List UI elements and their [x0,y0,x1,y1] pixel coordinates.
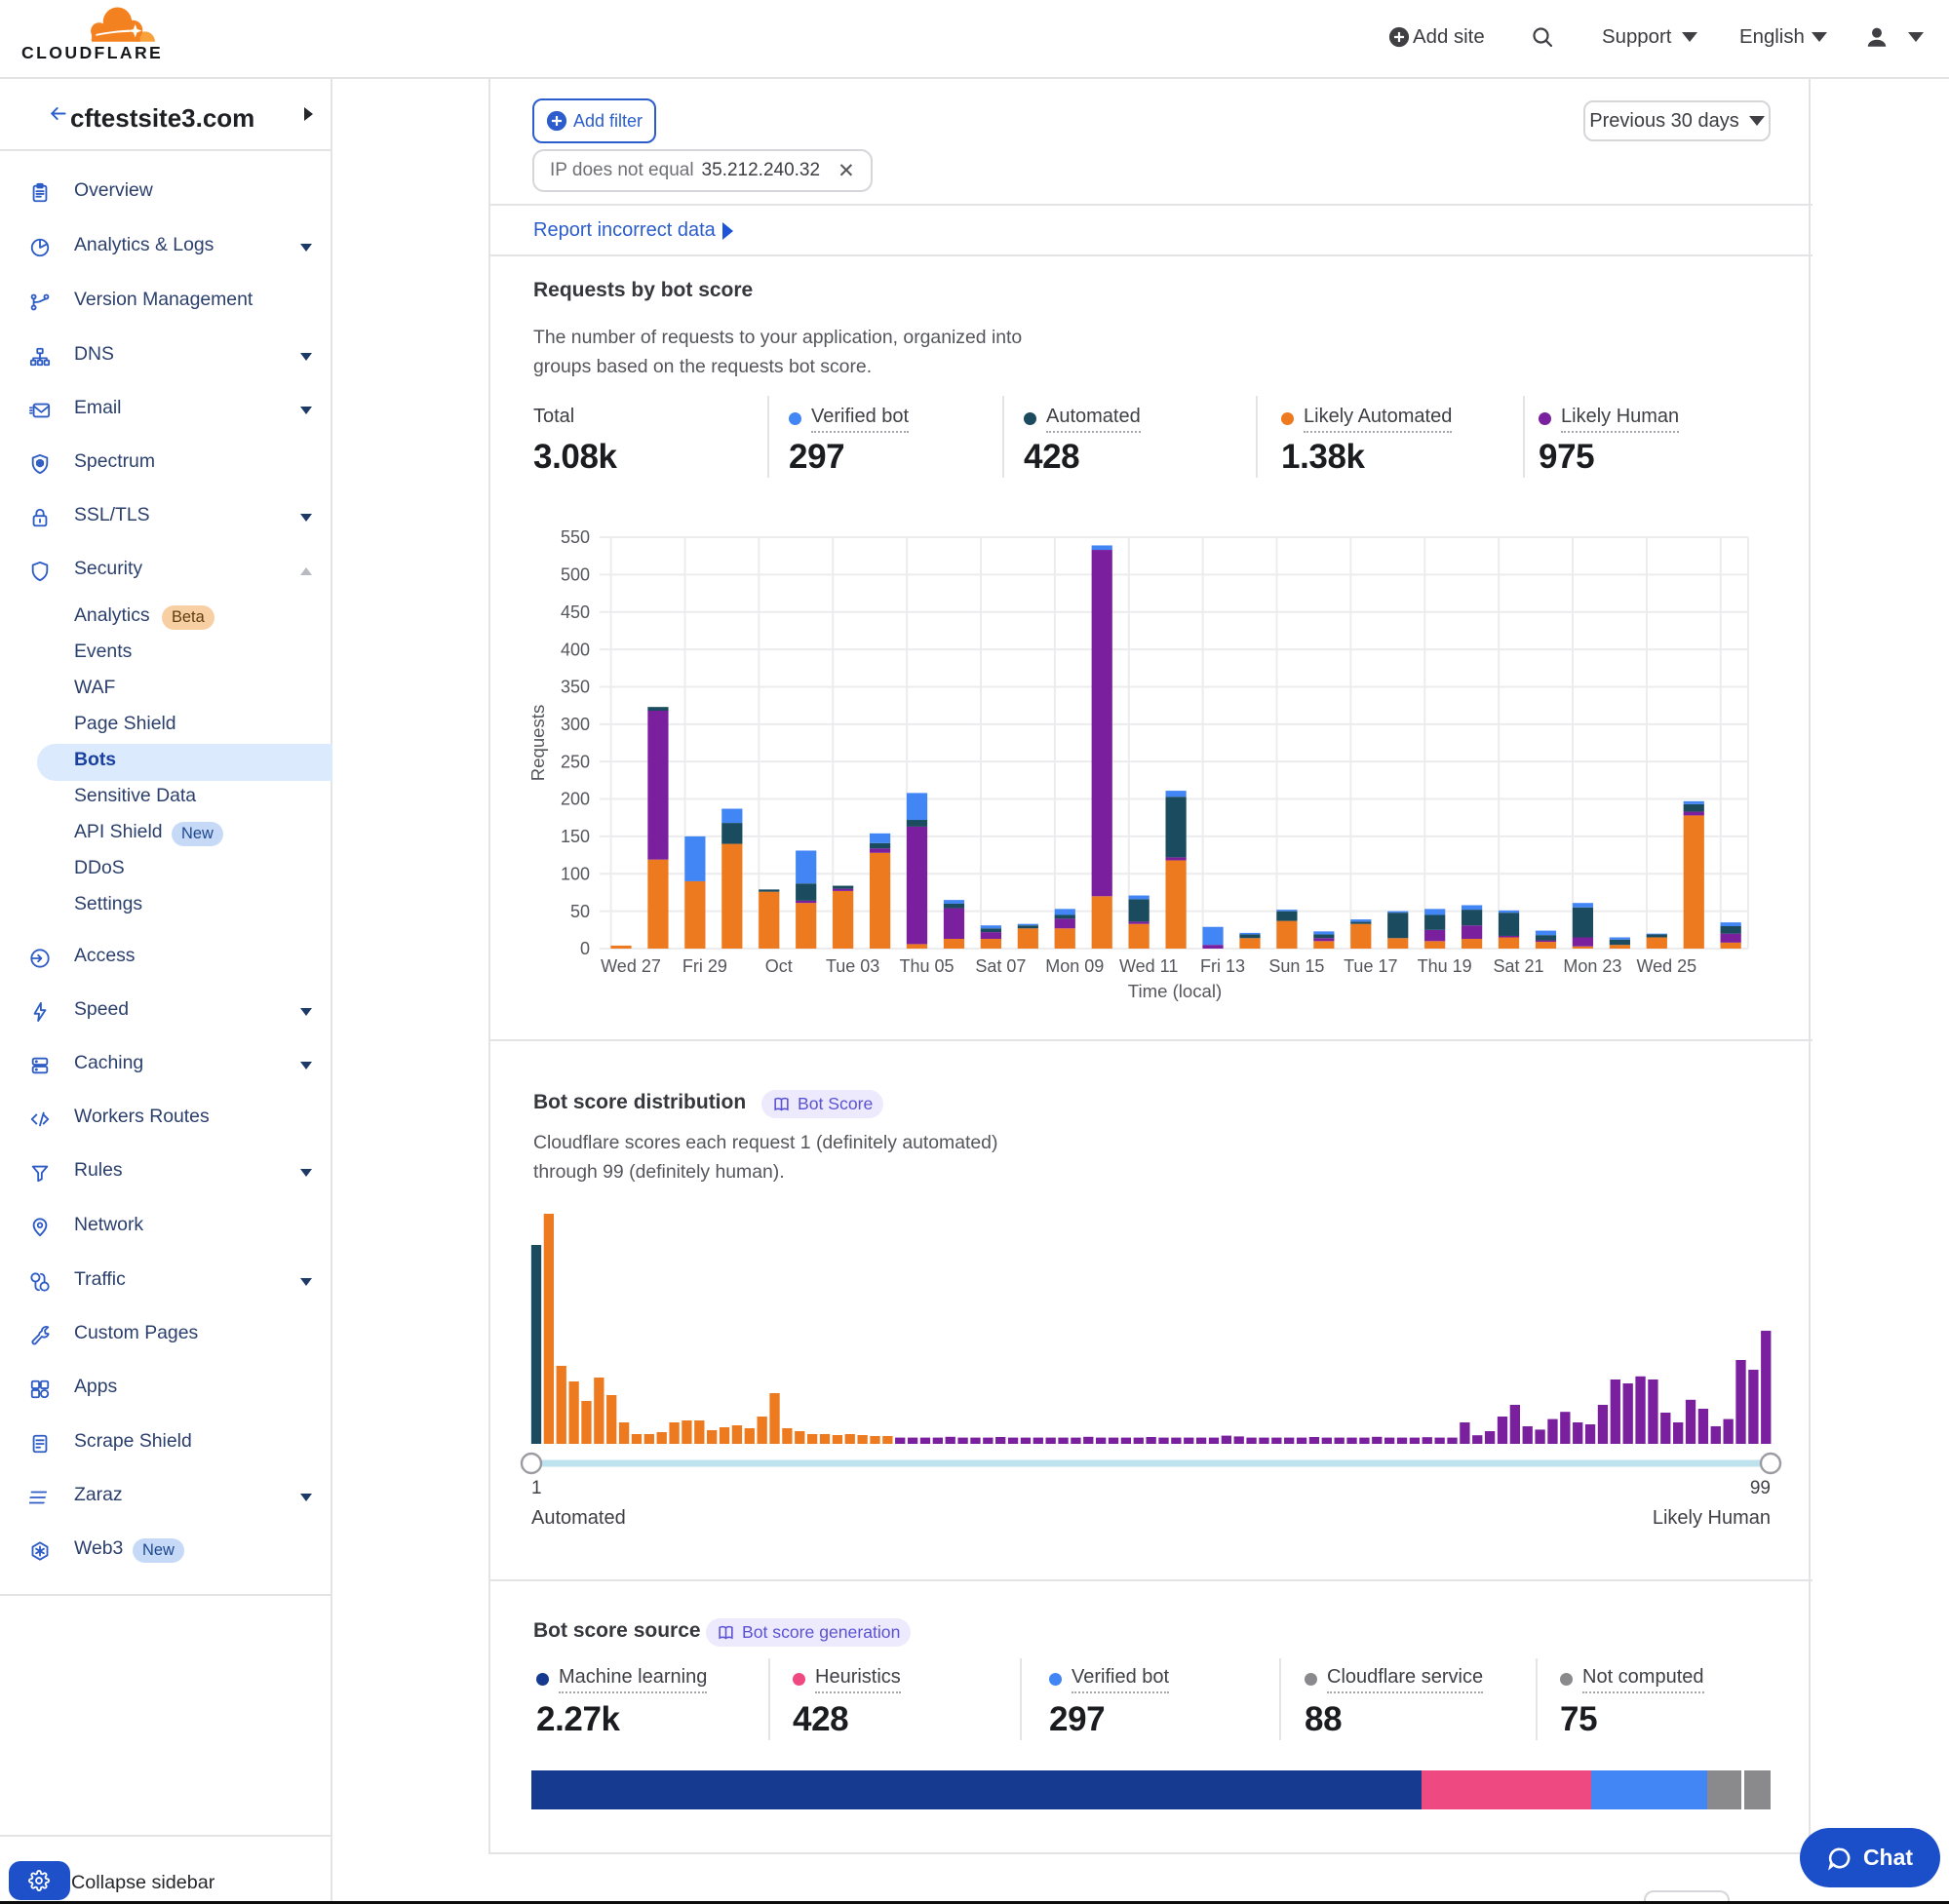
svg-text:550: 550 [561,527,590,547]
svg-text:Thu 05: Thu 05 [899,956,954,976]
svg-text:Fri 29: Fri 29 [682,956,727,976]
svg-text:Automated: Automated [531,1507,626,1529]
svg-text:50: 50 [570,902,590,921]
svg-text:100: 100 [561,864,590,883]
svg-text:Wed 27: Wed 27 [601,956,661,976]
svg-text:200: 200 [561,790,590,809]
svg-text:1: 1 [531,1478,542,1498]
svg-text:99: 99 [1750,1478,1771,1498]
svg-text:Mon 09: Mon 09 [1045,956,1104,976]
svg-text:300: 300 [561,715,590,734]
svg-text:400: 400 [561,640,590,659]
svg-text:Sat 07: Sat 07 [975,956,1026,976]
svg-text:Thu 19: Thu 19 [1418,956,1472,976]
svg-text:Wed 25: Wed 25 [1636,956,1696,976]
svg-text:500: 500 [561,565,590,585]
svg-text:Tue 17: Tue 17 [1344,956,1397,976]
svg-text:Requests: Requests [527,705,548,782]
svg-text:Time (local): Time (local) [1128,981,1222,1001]
svg-text:250: 250 [561,752,590,771]
svg-text:Sat 21: Sat 21 [1494,956,1544,976]
svg-text:450: 450 [561,602,590,622]
svg-text:150: 150 [561,827,590,846]
svg-text:Sun 15: Sun 15 [1268,956,1324,976]
svg-text:350: 350 [561,678,590,697]
svg-text:Likely Human: Likely Human [1653,1507,1771,1529]
svg-text:0: 0 [580,939,590,958]
svg-text:Mon 23: Mon 23 [1563,956,1621,976]
svg-text:Wed 11: Wed 11 [1119,956,1178,976]
svg-text:Oct: Oct [765,956,793,976]
svg-text:Fri 13: Fri 13 [1200,956,1245,976]
svg-text:Tue 03: Tue 03 [826,956,879,976]
